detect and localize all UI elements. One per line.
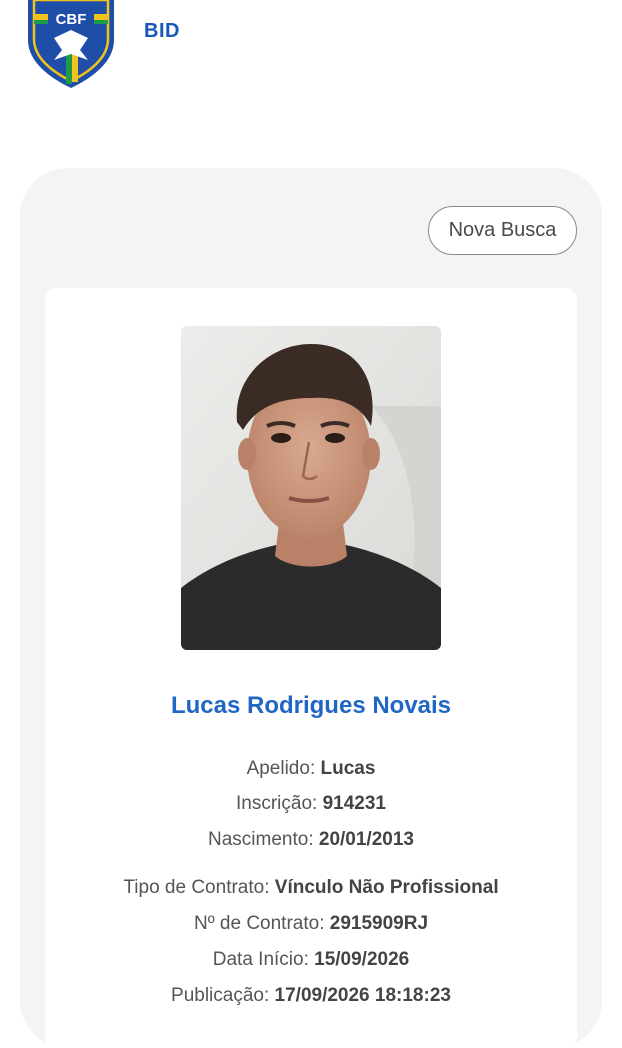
nickname-row: Apelido: Lucas bbox=[45, 758, 577, 780]
contract-type-label: Tipo de Contrato: bbox=[123, 877, 275, 898]
contract-number-label: Nº de Contrato: bbox=[193, 913, 330, 934]
header: CBF BID bbox=[0, 0, 622, 100]
contract-number-row: Nº de Contrato: 2915909RJ bbox=[45, 913, 577, 935]
player-photo bbox=[181, 326, 441, 650]
cbf-logo[interactable]: CBF bbox=[26, 0, 116, 88]
start-date-row: Data Início: 15/09/2026 bbox=[45, 949, 577, 971]
birthdate-row: Nascimento: 20/01/2013 bbox=[45, 829, 577, 851]
nickname-label: Apelido: bbox=[246, 758, 321, 779]
player-name: Lucas Rodrigues Novais bbox=[170, 692, 452, 719]
registration-value: 914231 bbox=[322, 793, 386, 814]
contract-type-value: Vínculo Não Profissional bbox=[274, 877, 499, 898]
contract-number-value: 2915909RJ bbox=[329, 913, 429, 934]
publication-label: Publicação: bbox=[171, 985, 275, 1006]
registration-row: Inscrição: 914231 bbox=[45, 793, 577, 815]
cbf-logo-text: CBF bbox=[56, 11, 87, 28]
app-name[interactable]: BID bbox=[144, 20, 180, 43]
nickname-value: Lucas bbox=[320, 758, 376, 779]
start-date-value: 15/09/2026 bbox=[314, 949, 410, 970]
birthdate-value: 20/01/2013 bbox=[318, 829, 414, 850]
contract-type-row: Tipo de Contrato: Vínculo Não Profission… bbox=[45, 877, 577, 899]
publication-row: Publicação: 17/09/2026 18:18:23 bbox=[45, 985, 577, 1007]
birthdate-label: Nascimento: bbox=[208, 829, 319, 850]
registration-label: Inscrição: bbox=[236, 793, 323, 814]
cbf-shield-icon: CBF bbox=[28, 0, 114, 88]
publication-value: 17/09/2026 18:18:23 bbox=[274, 985, 451, 1006]
new-search-button[interactable]: Nova Busca bbox=[428, 206, 577, 255]
start-date-label: Data Início: bbox=[212, 949, 315, 970]
